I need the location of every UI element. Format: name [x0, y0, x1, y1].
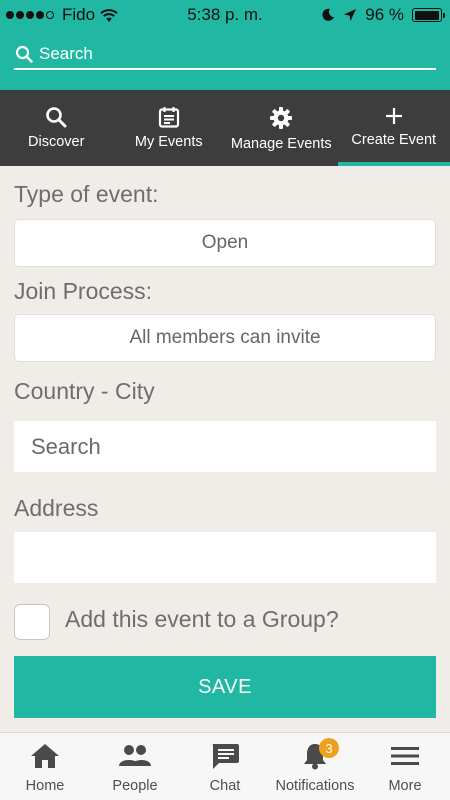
- nav-notifications[interactable]: 3 Notifications: [270, 733, 360, 800]
- address-input[interactable]: [14, 532, 436, 583]
- tab-my-events-label: My Events: [134, 134, 203, 150]
- search-underline: [14, 68, 436, 70]
- search-bar: Search: [0, 30, 450, 90]
- search-placeholder: Search: [39, 44, 93, 63]
- type-of-event-label: Type of event:: [14, 181, 159, 207]
- calendar-icon: [158, 107, 179, 128]
- search-icon: [46, 107, 67, 128]
- nav-more-label: More: [388, 778, 422, 794]
- gear-icon: [270, 107, 293, 129]
- add-to-group-checkbox[interactable]: [14, 604, 50, 640]
- tab-my-events[interactable]: My Events: [113, 90, 226, 166]
- tab-manage-events-label: Manage Events: [230, 136, 332, 152]
- status-bar: Fido 5:38 p. m. 96 %: [0, 0, 450, 30]
- tab-discover[interactable]: Discover: [0, 90, 113, 166]
- address-label: Address: [14, 495, 99, 521]
- type-of-event-select[interactable]: Open: [14, 219, 436, 267]
- nav-chat[interactable]: Chat: [180, 733, 270, 800]
- people-icon: [119, 745, 151, 766]
- add-to-group-label: Add this event to a Group?: [65, 606, 339, 632]
- location-arrow-icon: [344, 9, 357, 21]
- battery-level: [414, 10, 439, 20]
- tab-create-event-label: Create Event: [351, 132, 437, 148]
- search-icon: [15, 45, 33, 63]
- nav-people-label: People: [112, 778, 158, 794]
- tab-discover-label: Discover: [28, 134, 85, 150]
- nav-home[interactable]: Home: [0, 733, 90, 800]
- country-city-input[interactable]: Search: [14, 421, 436, 472]
- country-city-label: Country - City: [14, 378, 155, 404]
- save-button[interactable]: SAVE: [14, 656, 436, 718]
- nav-more[interactable]: More: [360, 733, 450, 800]
- join-process-select[interactable]: All members can invite: [14, 314, 436, 362]
- battery-percent: 96 %: [365, 5, 404, 24]
- moon-icon: [322, 8, 335, 21]
- nav-home-label: Home: [25, 778, 65, 794]
- tab-manage-events[interactable]: Manage Events: [225, 90, 338, 166]
- search-input[interactable]: Search: [15, 40, 435, 68]
- nav-people[interactable]: People: [90, 733, 180, 800]
- home-icon: [31, 744, 59, 768]
- battery-icon: [412, 8, 445, 22]
- event-tabs: Discover My Events Manage Events Create …: [0, 90, 450, 166]
- bottom-nav: Home People Chat 3 Notifications More: [0, 732, 450, 800]
- plus-icon: [385, 108, 402, 124]
- status-right: 96 %: [321, 5, 445, 25]
- chat-icon: [212, 744, 239, 769]
- nav-chat-label: Chat: [209, 778, 241, 794]
- tab-create-event[interactable]: Create Event: [337, 90, 450, 166]
- nav-notifications-label: Notifications: [275, 778, 355, 794]
- notifications-badge: 3: [319, 738, 339, 758]
- join-process-label: Join Process:: [14, 278, 153, 304]
- menu-icon: [391, 747, 419, 765]
